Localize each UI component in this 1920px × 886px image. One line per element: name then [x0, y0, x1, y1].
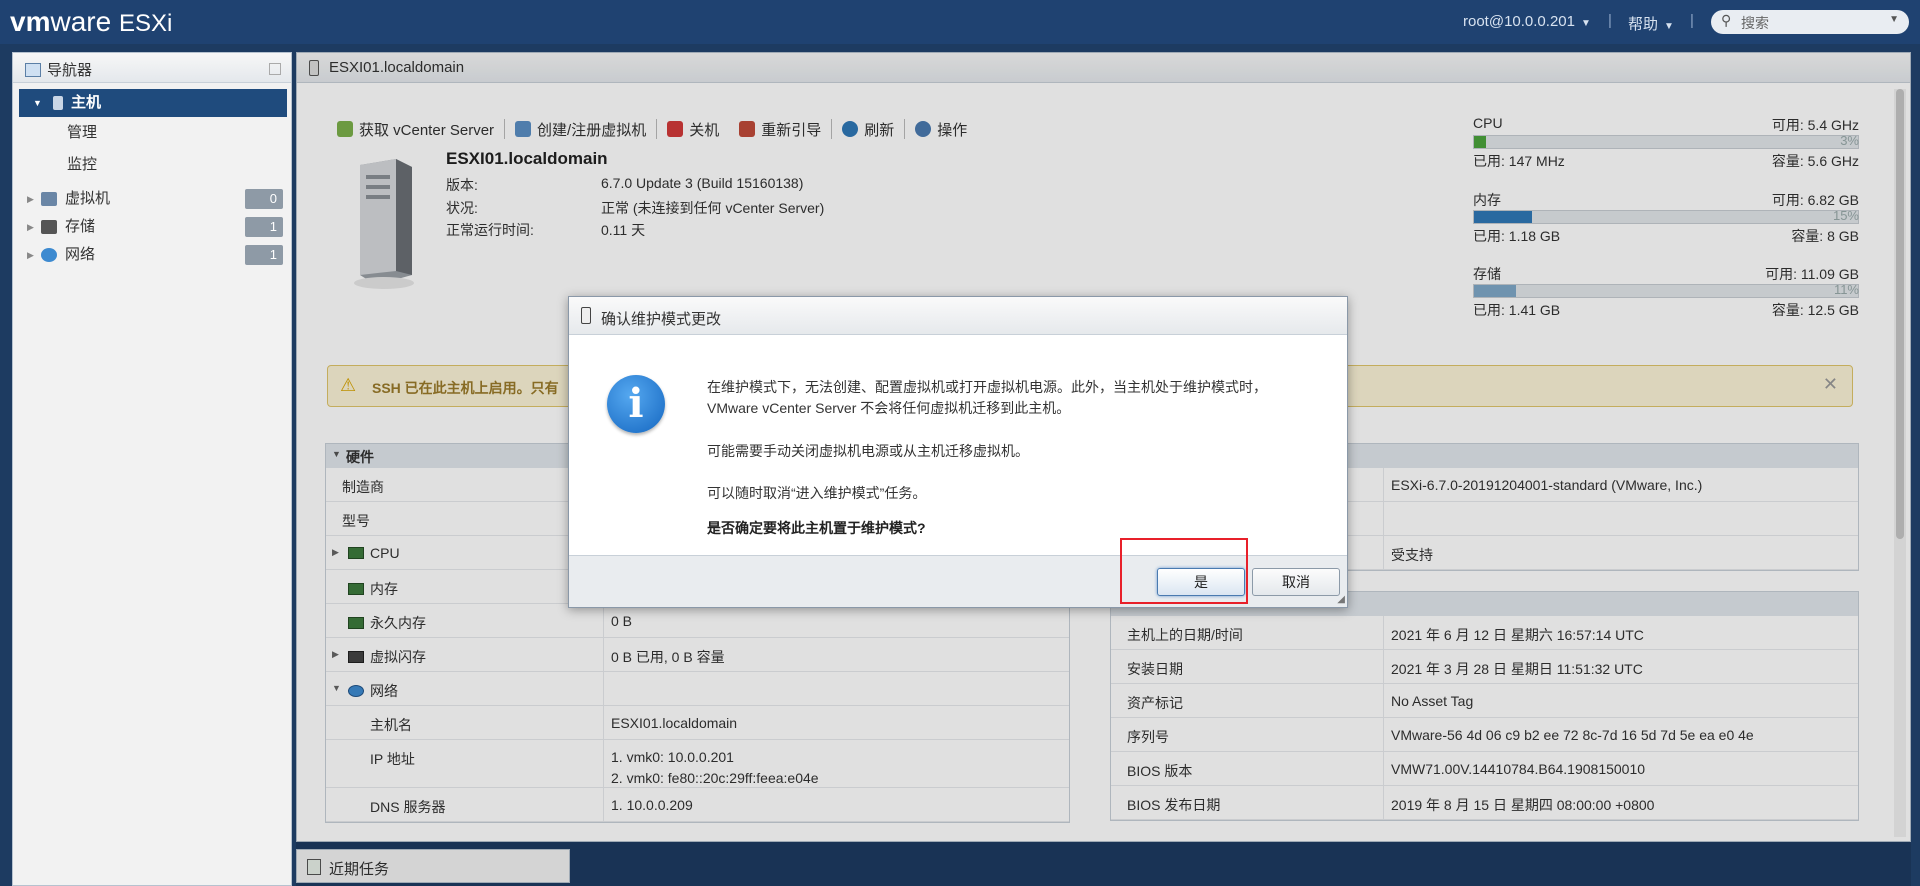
user-menu[interactable]: root@10.0.0.201 ▼	[1463, 13, 1591, 30]
count-badge: 1	[245, 217, 283, 237]
nav-item-manage[interactable]: 管理	[13, 117, 291, 149]
count-badge: 1	[245, 245, 283, 265]
nav-item-network[interactable]: ▶ 网络 1	[13, 241, 291, 269]
resize-handle-icon[interactable]: ◢	[1337, 594, 1345, 605]
divider: |	[1608, 12, 1612, 29]
dialog-message-line: VMware vCenter Server 不会将任何虚拟机迁移到此主机。	[707, 400, 1071, 416]
vm-icon	[41, 192, 57, 206]
dialog-message-line: 可能需要手动关闭虚拟机电源或从主机迁移虚拟机。	[707, 443, 1029, 459]
divider: |	[1690, 12, 1694, 29]
storage-icon	[41, 220, 57, 234]
highlight-box	[1120, 538, 1248, 604]
dialog-question: 是否确定要将此主机置于维护模式?	[707, 520, 926, 536]
cancel-button[interactable]: 取消	[1252, 568, 1340, 596]
vmware-esxi-logo: vmware ESXi	[10, 6, 173, 37]
expand-arrow-icon[interactable]: ▶	[27, 241, 34, 269]
search-input[interactable]: ⚲ 搜索 ▼	[1711, 10, 1909, 34]
dialog-title-bar[interactable]: 确认维护模式更改	[569, 297, 1347, 335]
navigator-panel: 导航器 ▼ 主机 管理 监控 ▶ 虚拟机 0 ▶ 存储 1 ▶ 网络 1	[12, 52, 292, 886]
dialog-message-line: 在维护模式下，无法创建、配置虚拟机或打开虚拟机电源。此外，当主机处于维护模式时，	[707, 379, 1267, 395]
nav-item-storage[interactable]: ▶ 存储 1	[13, 213, 291, 241]
nav-item-vms[interactable]: ▶ 虚拟机 0	[13, 185, 291, 213]
pin-icon[interactable]	[269, 63, 281, 75]
collapse-arrow-icon[interactable]: ▼	[33, 89, 42, 117]
nav-item-host[interactable]: ▼ 主机	[19, 89, 287, 117]
navigator-icon	[25, 63, 41, 77]
expand-arrow-icon[interactable]: ▶	[27, 213, 34, 241]
search-icon: ⚲	[1721, 12, 1732, 28]
top-bar: vmware ESXi root@10.0.0.201 ▼ | 帮助 ▼ | ⚲ 搜…	[0, 0, 1920, 44]
navigator-header: 导航器	[13, 53, 291, 83]
expand-arrow-icon[interactable]: ▶	[27, 185, 34, 213]
dialog-message-line: 可以随时取消“进入维护模式”任务。	[707, 485, 927, 501]
chevron-down-icon[interactable]: ▼	[1889, 14, 1899, 25]
host-icon	[53, 96, 63, 110]
help-menu[interactable]: 帮助 ▼	[1628, 13, 1674, 34]
count-badge: 0	[245, 189, 283, 209]
info-icon: i	[607, 375, 665, 433]
host-icon	[581, 307, 591, 324]
nav-item-monitor[interactable]: 监控	[13, 149, 291, 181]
network-icon	[41, 248, 57, 262]
